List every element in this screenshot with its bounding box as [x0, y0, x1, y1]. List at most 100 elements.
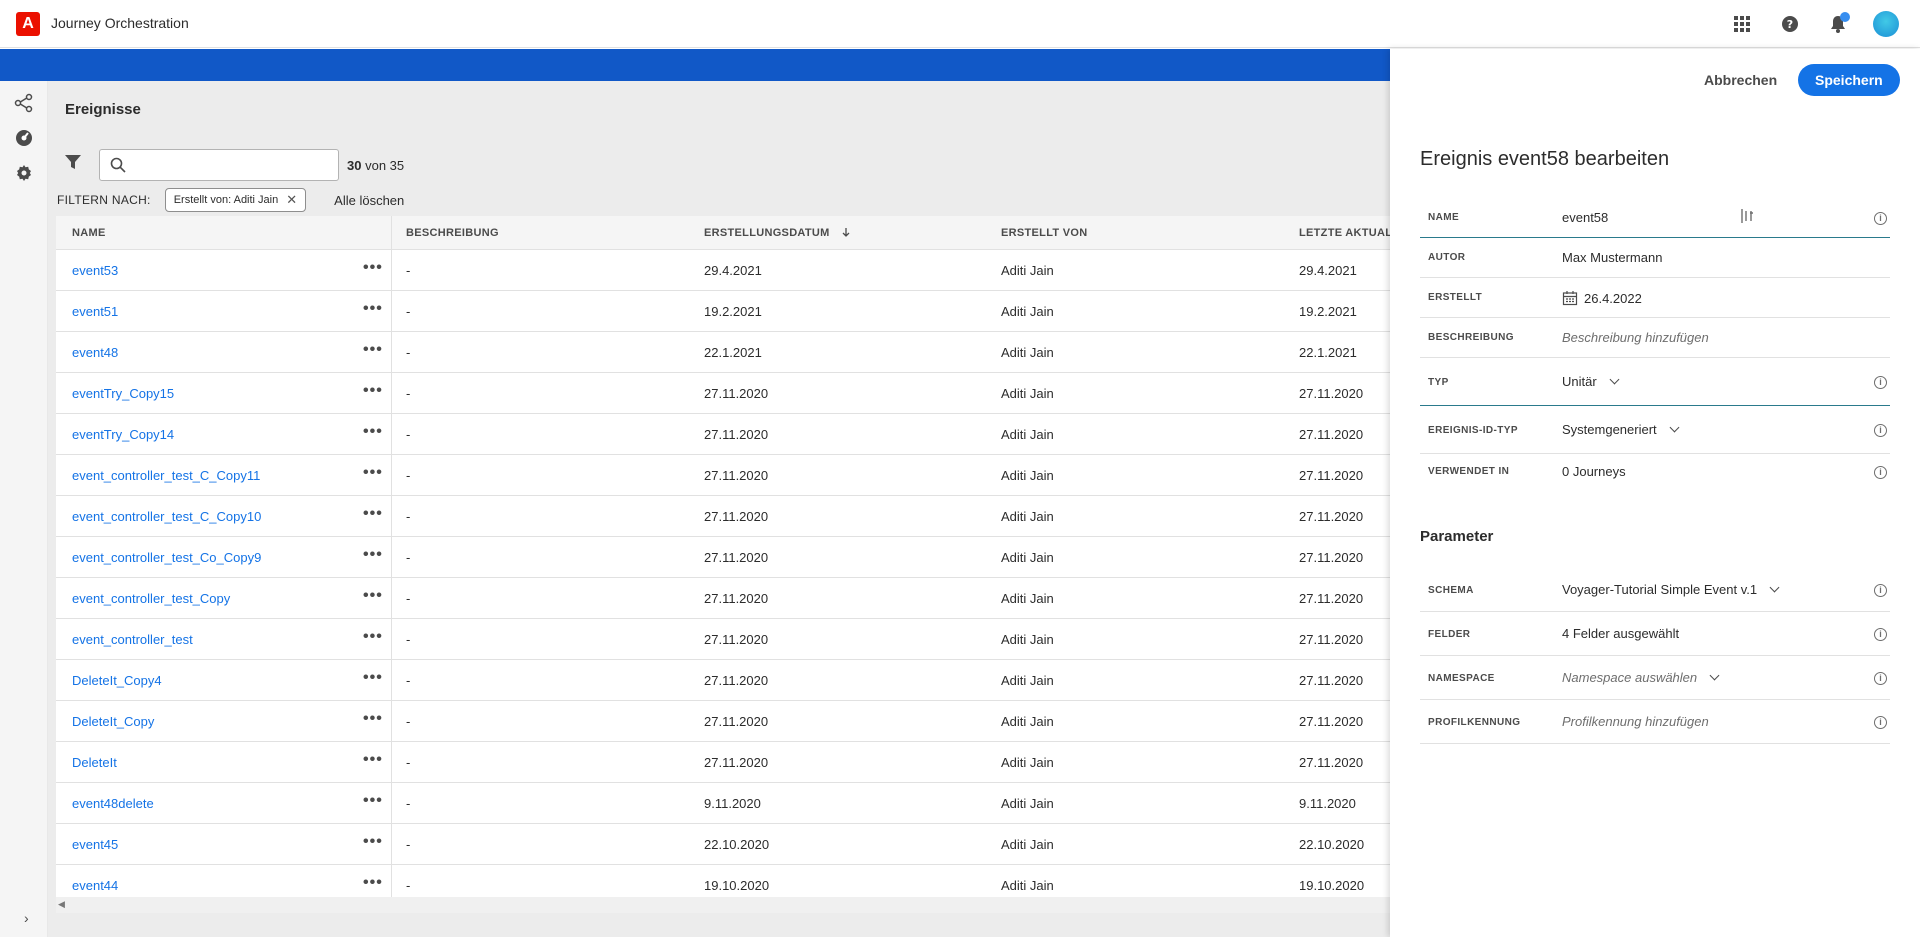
info-icon[interactable]: i	[1874, 424, 1887, 437]
save-button[interactable]: Speichern	[1798, 64, 1900, 96]
column-header-description[interactable]: BESCHREIBUNG	[406, 227, 499, 239]
help-icon[interactable]: ?	[1776, 10, 1804, 38]
event-name-link[interactable]: DeleteIt_Copy4	[72, 673, 162, 688]
table-row[interactable]: eventTry_Copy14 ••• - 27.11.2020 Aditi Jain 2…	[56, 414, 1390, 455]
event-name-link[interactable]: event51	[72, 304, 118, 319]
id-type-field-row[interactable]: EREIGNIS-ID-TYP Systemgeneriert i	[1420, 406, 1890, 454]
table-row[interactable]: eventTry_Copy15 ••• - 27.11.2020 Aditi Jain 2…	[56, 373, 1390, 414]
column-header-name[interactable]: NAME	[72, 227, 106, 239]
table-row[interactable]: event_controller_test_Copy ••• - 27.11.2020…	[56, 578, 1390, 619]
table-row[interactable]: event45 ••• - 22.10.2020 Aditi Jain 22.10.202…	[56, 824, 1390, 865]
search-input[interactable]	[134, 154, 330, 176]
more-actions-icon[interactable]: •••	[363, 752, 383, 768]
app-title[interactable]: Journey Orchestration	[51, 15, 189, 31]
event-name-link[interactable]: DeleteIt	[72, 755, 117, 770]
info-icon[interactable]: i	[1874, 628, 1887, 641]
field-picker-icon[interactable]	[1740, 208, 1754, 227]
table-row[interactable]: DeleteIt_Copy ••• - 27.11.2020 Aditi Jain 27.…	[56, 701, 1390, 742]
schema-dropdown[interactable]: Voyager-Tutorial Simple Event v.1	[1562, 582, 1780, 597]
scroll-left-icon[interactable]: ◀	[58, 899, 65, 910]
table-row[interactable]: DeleteIt ••• - 27.11.2020 Aditi Jain 27.11.20…	[56, 742, 1390, 783]
table-row[interactable]: event44 ••• - 19.10.2020 Aditi Jain 19.10.202…	[56, 865, 1390, 897]
event-name-link[interactable]: event_controller_test	[72, 632, 193, 647]
event-name-link[interactable]: event_controller_test_C_Copy10	[72, 509, 261, 524]
event-name-link[interactable]: eventTry_Copy14	[72, 427, 174, 442]
result-count-total: von 35	[365, 158, 405, 173]
expand-rail-chevron-icon[interactable]: ›	[24, 910, 29, 926]
name-input[interactable]: event58	[1562, 210, 1608, 225]
table-row[interactable]: event51 ••• - 19.2.2021 Aditi Jain 19.2.2021	[56, 291, 1390, 332]
filter-chip[interactable]: Erstellt von: Aditi Jain ✕	[164, 188, 307, 212]
more-actions-icon[interactable]: •••	[363, 383, 383, 399]
table-row[interactable]: event_controller_test ••• - 27.11.2020 Aditi…	[56, 619, 1390, 660]
info-icon[interactable]: i	[1874, 672, 1887, 685]
more-actions-icon[interactable]: •••	[363, 875, 383, 891]
fields-field-row[interactable]: FELDER 4 Felder ausgewählt i	[1420, 612, 1890, 656]
journeys-icon[interactable]	[14, 93, 34, 113]
event-name-link[interactable]: DeleteIt_Copy	[72, 714, 154, 729]
table-row[interactable]: event_controller_test_C_Copy10 ••• - 27.11.…	[56, 496, 1390, 537]
info-icon[interactable]: i	[1874, 716, 1887, 729]
more-actions-icon[interactable]: •••	[363, 506, 383, 522]
type-dropdown[interactable]: Unitär	[1562, 374, 1620, 389]
more-actions-icon[interactable]: •••	[363, 629, 383, 645]
notification-bell-icon[interactable]	[1824, 10, 1852, 38]
event-name-link[interactable]: event45	[72, 837, 118, 852]
table-row[interactable]: event53 ••• - 29.4.2021 Aditi Jain 29.4.2021	[56, 250, 1390, 291]
more-actions-icon[interactable]: •••	[363, 670, 383, 686]
column-header-author[interactable]: ERSTELLT VON	[1001, 227, 1088, 239]
more-actions-icon[interactable]: •••	[363, 834, 383, 850]
event-name-link[interactable]: event_controller_test_Copy	[72, 591, 230, 606]
event-name-link[interactable]: event48delete	[72, 796, 154, 811]
table-row[interactable]: event48 ••• - 22.1.2021 Aditi Jain 22.1.2021	[56, 332, 1390, 373]
fields-value[interactable]: 4 Felder ausgewählt	[1562, 626, 1679, 641]
info-icon[interactable]: i	[1874, 376, 1887, 389]
more-actions-icon[interactable]: •••	[363, 547, 383, 563]
clear-all-link[interactable]: Alle löschen	[334, 193, 404, 208]
namespace-dropdown[interactable]: Namespace auswählen	[1562, 670, 1720, 685]
profile-id-input[interactable]: Profilkennung hinzufügen	[1562, 714, 1709, 729]
adobe-logo[interactable]: A	[16, 12, 40, 36]
remove-filter-icon[interactable]: ✕	[286, 192, 297, 208]
table-row[interactable]: event48delete ••• - 9.11.2020 Aditi Jain 9.11…	[56, 783, 1390, 824]
apps-grid-icon[interactable]	[1728, 10, 1756, 38]
more-actions-icon[interactable]: •••	[363, 260, 383, 276]
table-row[interactable]: event_controller_test_Co_Copy9 ••• - 27.11.…	[56, 537, 1390, 578]
info-icon[interactable]: i	[1874, 466, 1887, 479]
info-icon[interactable]: i	[1874, 584, 1887, 597]
user-avatar[interactable]	[1872, 10, 1900, 38]
event-name-link[interactable]: eventTry_Copy15	[72, 386, 174, 401]
more-actions-icon[interactable]: •••	[363, 711, 383, 727]
column-header-updated[interactable]: LETZTE AKTUALIS	[1299, 227, 1390, 239]
more-actions-icon[interactable]: •••	[363, 465, 383, 481]
event-name-link[interactable]: event53	[72, 263, 118, 278]
id-type-dropdown[interactable]: Systemgeneriert	[1562, 422, 1680, 437]
profile-id-field-row[interactable]: PROFILKENNUNG Profilkennung hinzufügen i	[1420, 700, 1890, 744]
description-input[interactable]: Beschreibung hinzufügen	[1562, 330, 1709, 345]
more-actions-icon[interactable]: •••	[363, 342, 383, 358]
cancel-button[interactable]: Abbrechen	[1692, 64, 1789, 96]
table-row[interactable]: event_controller_test_C_Copy11 ••• - 27.11.…	[56, 455, 1390, 496]
namespace-field-row[interactable]: NAMESPACE Namespace auswählen i	[1420, 656, 1890, 700]
more-actions-icon[interactable]: •••	[363, 793, 383, 809]
event-name-link[interactable]: event_controller_test_C_Copy11	[72, 468, 260, 483]
dashboard-gauge-icon[interactable]	[14, 128, 34, 148]
filter-funnel-icon[interactable]	[64, 153, 82, 176]
event-name-link[interactable]: event_controller_test_Co_Copy9	[72, 550, 261, 565]
type-field-row[interactable]: TYP Unitär i	[1420, 358, 1890, 406]
more-actions-icon[interactable]: •••	[363, 588, 383, 604]
column-header-created[interactable]: ERSTELLUNGSDATUM	[704, 227, 851, 239]
cell-created-date: 27.11.2020	[704, 591, 769, 606]
horizontal-scrollbar[interactable]: ◀	[56, 897, 1390, 913]
event-name-link[interactable]: event44	[72, 878, 118, 893]
more-actions-icon[interactable]: •••	[363, 424, 383, 440]
info-icon[interactable]: i	[1874, 212, 1887, 225]
left-rail	[0, 81, 48, 937]
schema-field-row[interactable]: SCHEMA Voyager-Tutorial Simple Event v.1…	[1420, 568, 1890, 612]
settings-gear-icon[interactable]	[14, 163, 34, 183]
description-field-row[interactable]: BESCHREIBUNG Beschreibung hinzufügen	[1420, 318, 1890, 358]
more-actions-icon[interactable]: •••	[363, 301, 383, 317]
table-row[interactable]: DeleteIt_Copy4 ••• - 27.11.2020 Aditi Jain 27…	[56, 660, 1390, 701]
event-name-link[interactable]: event48	[72, 345, 118, 360]
name-field-row[interactable]: NAME event58 i	[1420, 198, 1890, 238]
